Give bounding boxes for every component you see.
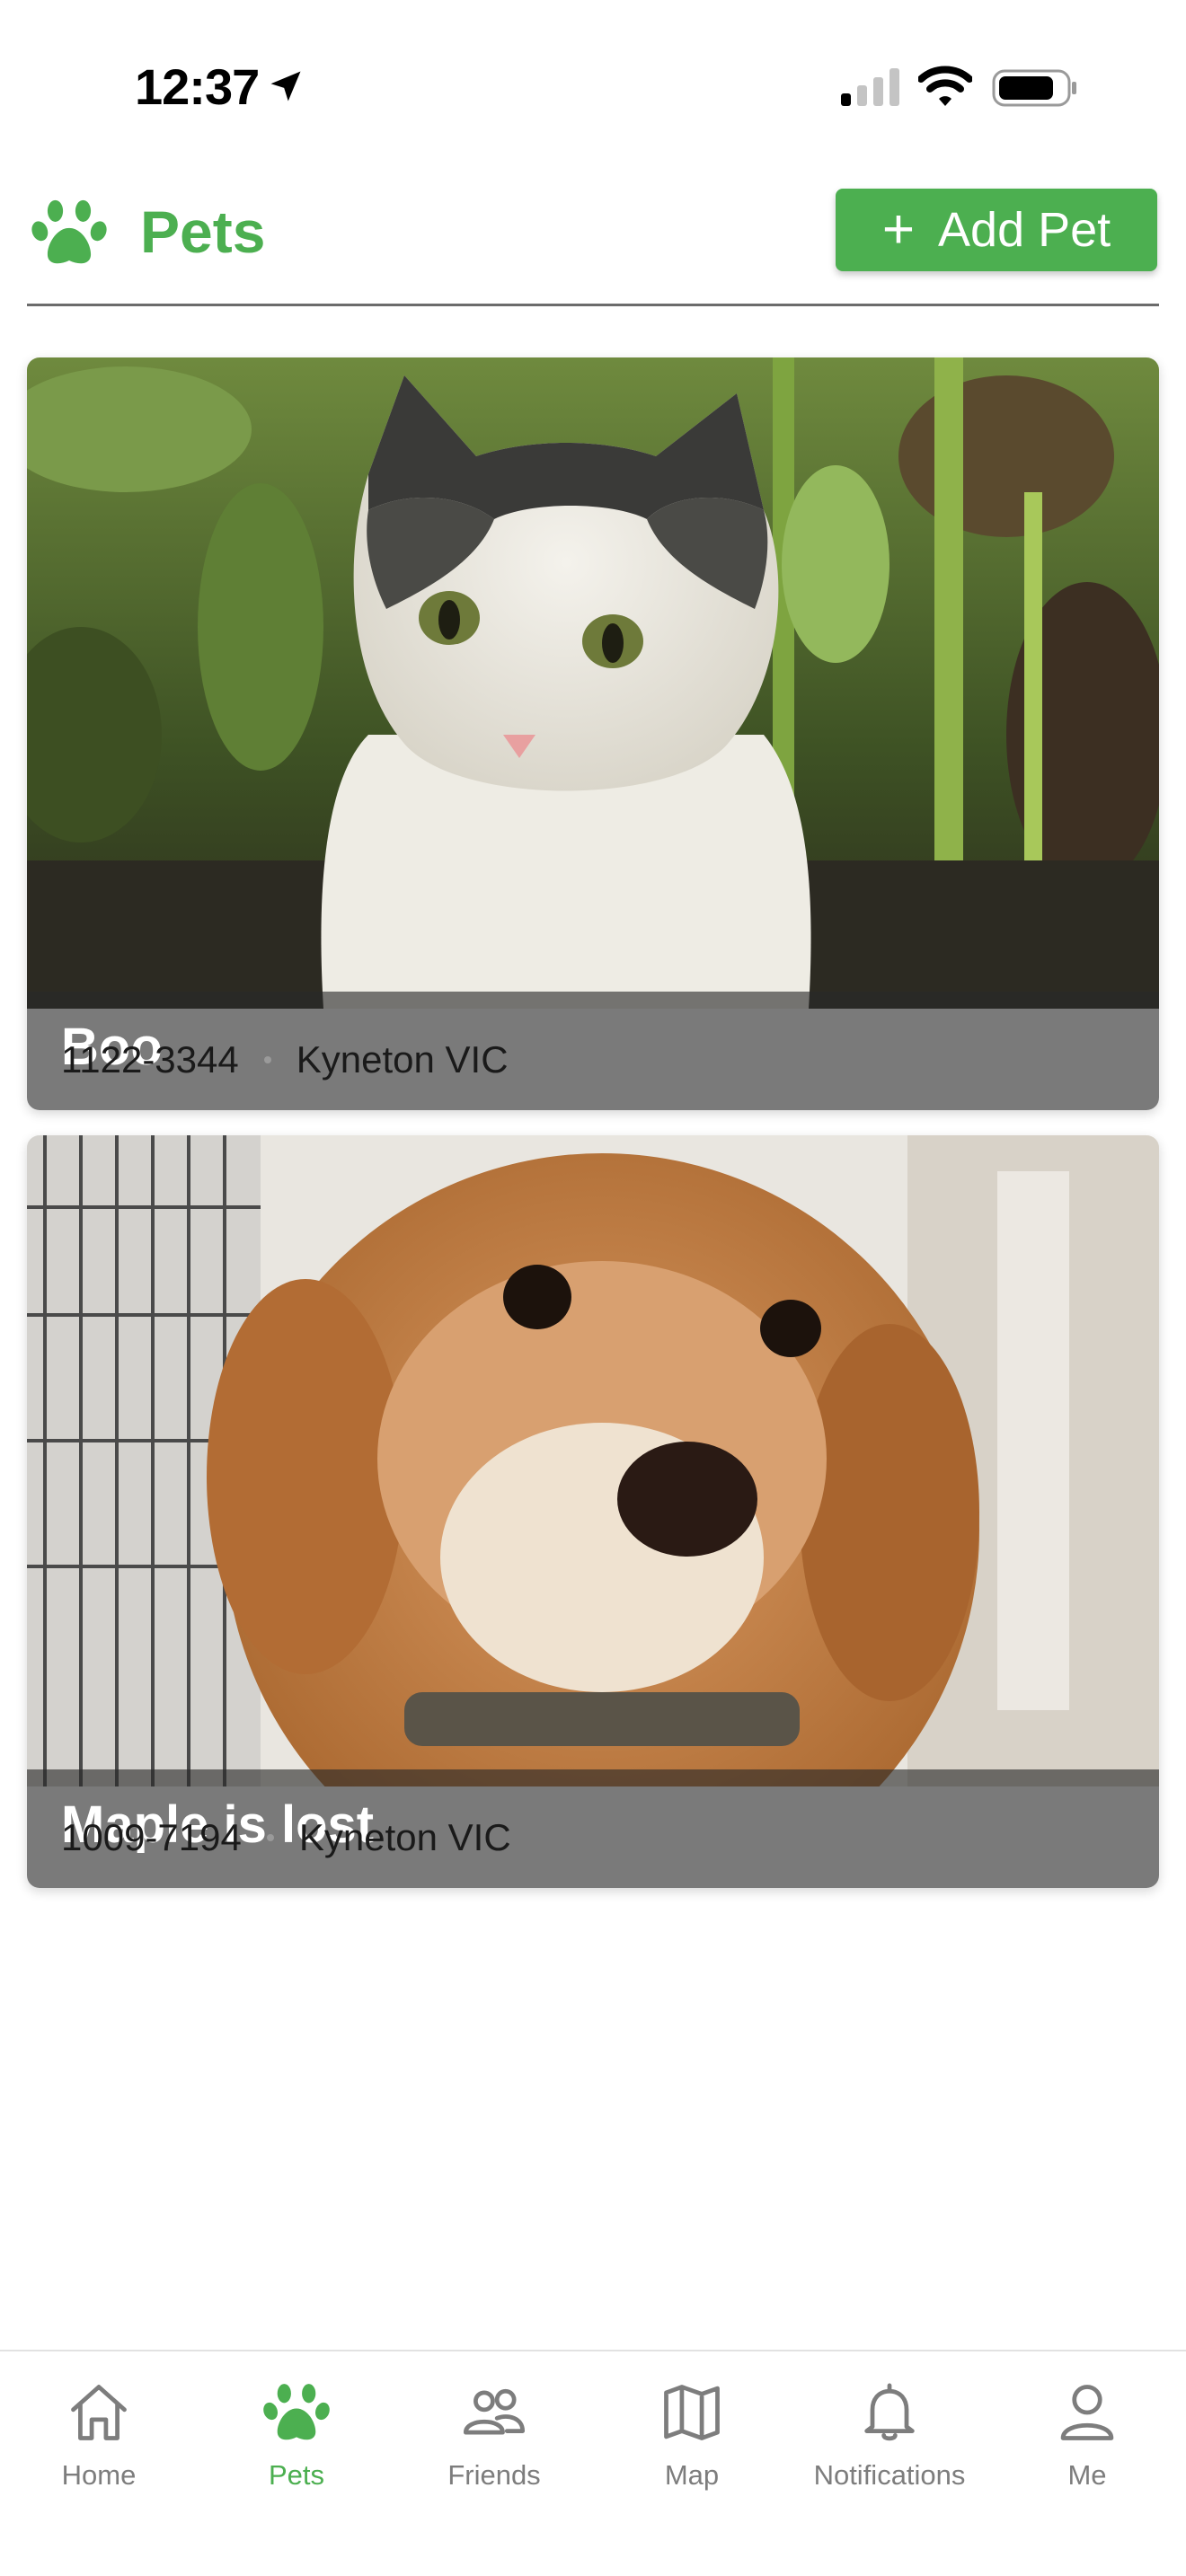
tab-label: Pets — [268, 2459, 325, 2491]
add-pet-button[interactable]: + Add Pet — [836, 189, 1157, 271]
pet-info-row: 1122-3344 Kyneton VIC — [61, 1009, 509, 1110]
pet-location: Kyneton VIC — [298, 1815, 511, 1858]
pets-screen: 12:37 Pets + Add Pet Boo 1122-3344 Kynet… — [0, 0, 1186, 2576]
add-pet-label: Add Pet — [938, 203, 1111, 257]
cellular-signal-icon — [841, 68, 899, 106]
map-icon — [664, 2385, 720, 2440]
page-header: Pets + Add Pet — [27, 180, 1159, 306]
pet-location: Kyneton VIC — [296, 1037, 509, 1081]
bell-icon — [864, 2383, 915, 2441]
friends-icon — [463, 2388, 526, 2435]
paw-icon — [31, 199, 107, 264]
tab-friends[interactable]: Friends — [395, 2369, 593, 2504]
tab-label: Map — [664, 2459, 720, 2491]
home-icon — [71, 2385, 127, 2440]
tab-me[interactable]: Me — [988, 2369, 1186, 2504]
pet-id-number: 1122-3344 — [61, 1037, 239, 1081]
location-arrow-icon — [270, 71, 301, 101]
pet-card[interactable]: Maple is lost 1009-7194 Kyneton VIC — [27, 1135, 1159, 1888]
tab-label: Notifications — [813, 2459, 966, 2491]
tab-map[interactable]: Map — [593, 2369, 791, 2504]
pet-info-row: 1009-7194 Kyneton VIC — [61, 1786, 511, 1888]
pet-id-number: 1009-7194 — [61, 1815, 242, 1858]
tab-pets[interactable]: Pets — [198, 2369, 395, 2504]
status-bar: 12:37 — [0, 0, 1186, 171]
pet-photo — [27, 357, 1159, 1009]
tab-label: Friends — [447, 2459, 541, 2491]
tab-home[interactable]: Home — [0, 2369, 198, 2504]
separator-dot — [263, 1055, 271, 1063]
pet-card[interactable]: Boo 1122-3344 Kyneton VIC — [27, 357, 1159, 1110]
status-time: 12:37 — [135, 58, 260, 115]
battery-icon — [992, 69, 1076, 107]
pet-photo — [27, 1135, 1159, 1786]
plus-icon: + — [881, 198, 916, 260]
separator-dot — [266, 1833, 274, 1841]
page-title: Pets — [140, 198, 266, 265]
paw-icon — [263, 2384, 330, 2440]
tab-label: Home — [61, 2459, 137, 2491]
tab-notifications[interactable]: Notifications — [791, 2369, 988, 2504]
wifi-icon — [918, 66, 972, 106]
tab-label: Me — [1067, 2459, 1107, 2491]
tab-bar: Home Pets Friends Map Notifications Me — [0, 2350, 1186, 2576]
person-icon — [1060, 2385, 1114, 2440]
